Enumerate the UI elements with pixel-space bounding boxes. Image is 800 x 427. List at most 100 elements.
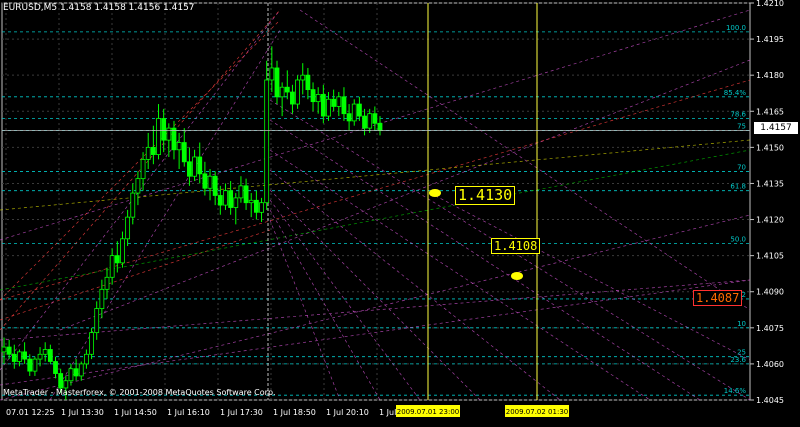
- y-tick-label: 1.4180: [756, 71, 784, 80]
- price-mark-label[interactable]: 1.4108: [491, 238, 541, 254]
- candle-body: [326, 98, 331, 117]
- copyright-label: MetaTrader - Masterforex, © 2001-2008 Me…: [3, 388, 276, 397]
- candle-body: [295, 79, 300, 105]
- candle-body: [181, 142, 187, 163]
- candle-body: [109, 255, 115, 278]
- candle-body: [135, 178, 141, 194]
- candle-body: [78, 363, 84, 377]
- candle-body: [53, 361, 58, 374]
- candle-body: [356, 103, 362, 117]
- candle-body: [156, 118, 161, 155]
- candle-body: [269, 67, 275, 81]
- fib-level-label: 85.4%: [724, 89, 747, 97]
- candle-body: [243, 185, 249, 204]
- fib-level-label: 61.8: [730, 183, 746, 191]
- candle-body: [150, 146, 156, 155]
- candle-body: [248, 199, 254, 204]
- candle-body: [223, 190, 228, 206]
- fib-level-label: 70: [737, 163, 746, 171]
- fib-level-label: 100.0: [726, 24, 746, 32]
- candle-body: [192, 156, 197, 177]
- candle-body: [73, 368, 79, 377]
- candle-body: [89, 332, 94, 355]
- candle-body: [253, 199, 259, 213]
- candle-body: [372, 113, 378, 124]
- candlestick-chart[interactable]: 1.4210 1.4195 1.4180 1.4165 1.4150 1.4135 1.41…: [0, 0, 800, 423]
- candle-body: [114, 255, 120, 264]
- y-tick-label: 1.4060: [756, 360, 784, 369]
- candle-body: [228, 190, 234, 208]
- x-tick-label: 07.01 12:25: [6, 408, 55, 417]
- time-marker-label: 2009.07.01 23:00: [397, 408, 459, 416]
- candle-body: [104, 276, 110, 290]
- y-tick-label: 1.4135: [756, 179, 784, 188]
- candle-body: [99, 288, 105, 309]
- candle-body: [63, 380, 69, 389]
- candle-body: [367, 113, 373, 129]
- candle-body: [17, 351, 22, 362]
- candle-body: [300, 74, 306, 81]
- y-tick-label: 1.4165: [756, 107, 784, 116]
- time-marker-label: 2009.07.02 01:30: [506, 408, 568, 416]
- candle-body: [274, 67, 280, 98]
- trend-line: [299, 9, 751, 311]
- current-price-marker: 1.4157: [754, 122, 798, 134]
- candle-body: [259, 202, 264, 213]
- x-tick-label: 1 Jul 17:30: [220, 408, 263, 417]
- y-tick-label: 1.4045: [756, 396, 784, 405]
- y-tick-label: 1.4120: [756, 216, 784, 225]
- candle-body: [176, 142, 182, 151]
- candle-body: [362, 115, 367, 129]
- candle-body: [212, 175, 218, 196]
- candle-body: [27, 358, 33, 372]
- chart-frame: [1, 2, 751, 401]
- candle-body: [279, 86, 285, 98]
- y-tick-label: 1.4210: [756, 0, 784, 8]
- candle-body: [331, 98, 337, 107]
- candle-body: [58, 373, 64, 389]
- candle-body: [341, 96, 347, 115]
- trend-line: [269, 189, 481, 401]
- fib-level-label: 78.6: [730, 110, 746, 118]
- y-tick-label: 1.4075: [756, 324, 784, 333]
- price-mark-dot: [429, 189, 441, 197]
- candle-body: [130, 192, 136, 218]
- candle-body: [310, 89, 316, 103]
- price-mark-dot: [511, 272, 523, 280]
- candle-body: [187, 161, 192, 177]
- x-tick-label: 1 Jul 13:30: [61, 408, 104, 417]
- candle-body: [68, 368, 74, 382]
- candle-body: [351, 103, 357, 122]
- trend-line: [269, 219, 341, 401]
- y-tick-label: 1.4105: [756, 252, 784, 261]
- candle-body: [238, 185, 244, 199]
- candle-body: [6, 346, 12, 355]
- candle-body: [207, 175, 213, 189]
- fib-level-label: 50.0: [730, 236, 746, 244]
- x-tick-label: 1 Jul 14:50: [114, 408, 157, 417]
- candle-body: [233, 197, 239, 208]
- trend-line: [0, 19, 281, 301]
- candle-body: [166, 127, 172, 141]
- candle-body: [37, 353, 43, 360]
- candle-body: [217, 195, 223, 206]
- fib-level-label: 14.6%: [724, 387, 747, 395]
- candle-body: [320, 94, 326, 117]
- candle-body: [171, 127, 177, 151]
- candle-body: [125, 216, 131, 240]
- candle-body: [94, 308, 100, 334]
- candle-body: [336, 96, 342, 107]
- price-mark-label[interactable]: 1.4130: [455, 186, 516, 205]
- candle-body: [202, 173, 208, 189]
- trading-chart-window[interactable]: 1.4210 1.4195 1.4180 1.4165 1.4150 1.4135 1.41…: [0, 0, 800, 423]
- candle-body: [120, 238, 125, 264]
- price-mark-label[interactable]: 1.4087: [693, 290, 743, 306]
- candle-body: [42, 349, 48, 355]
- y-tick-label: 1.4090: [756, 288, 784, 297]
- candle-body: [47, 349, 53, 362]
- candle-body: [377, 122, 383, 131]
- candle-body: [32, 358, 38, 372]
- y-tick-label: 1.4150: [756, 143, 784, 152]
- candle-body: [161, 118, 167, 141]
- trend-line: [269, 119, 701, 401]
